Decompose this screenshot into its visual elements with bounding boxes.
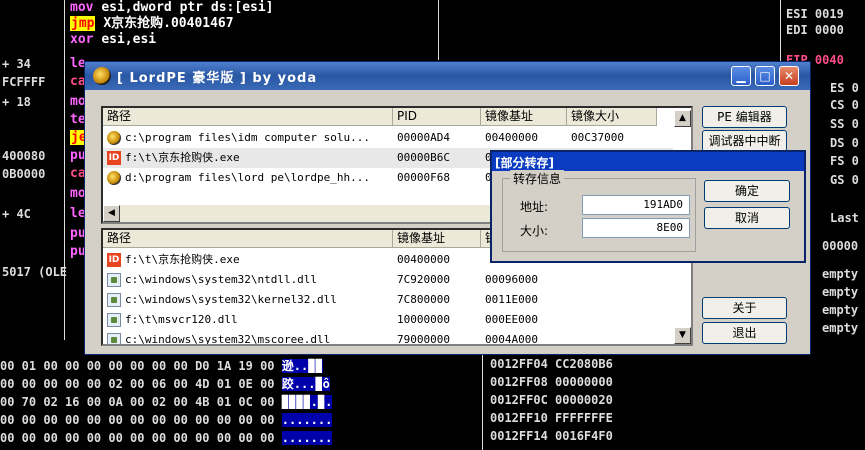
- dll-icon: [107, 313, 121, 327]
- process-row[interactable]: c:\program files\idm computer solu... 00…: [103, 128, 673, 148]
- ok-button[interactable]: 确定: [704, 180, 790, 202]
- left-value: 5017 (OLE: [2, 265, 68, 279]
- scroll-left-button[interactable]: ◀: [103, 205, 120, 222]
- module-row[interactable]: c:\windows\system32\kernel32.dll 7C80000…: [103, 290, 673, 310]
- stack-row[interactable]: 0012FF0C 00000020: [490, 392, 613, 408]
- disk-icon: [107, 171, 121, 185]
- hex-row[interactable]: 00 70 02 16 00 0A 00 02 00 4B 01 0C 00 ▉…: [0, 394, 333, 410]
- maximize-button[interactable]: □: [755, 66, 775, 86]
- hex-row[interactable]: 00 00 00 00 00 00 00 00 00 00 00 00 00 .…: [0, 430, 333, 446]
- module-row[interactable]: f:\t\msvcr120.dll 10000000 000EE000: [103, 310, 673, 330]
- hex-row[interactable]: 00 00 00 00 00 00 00 00 00 00 00 00 00 .…: [0, 412, 333, 428]
- dialog-title: [部分转存]: [495, 156, 554, 170]
- left-value: + 4C: [2, 207, 31, 221]
- fpu-register: empty: [822, 321, 859, 335]
- hex-row[interactable]: 00 00 00 00 00 02 00 06 00 4D 01 0E 00 跤…: [0, 376, 330, 392]
- lordpe-title: [ LordPE 豪华版 ] by yoda: [117, 71, 318, 86]
- asm-line[interactable]: jmp X京东抢购.00401467: [70, 16, 234, 32]
- register-ds: DS 0: [830, 136, 859, 150]
- left-value: 0B0000: [2, 167, 46, 181]
- column-divider: [438, 0, 439, 60]
- debugger-dump-pane: 00 01 00 00 00 00 00 00 00 D0 1A 19 00 逊…: [0, 340, 865, 450]
- close-button[interactable]: ✕: [779, 66, 799, 86]
- partial-dump-dialog: [部分转存] 转存信息 地址: 191AD0 大小: 8E00 确定 取消: [490, 150, 806, 263]
- debugger-break-button[interactable]: 调试器中中断: [702, 130, 787, 152]
- register-cs: CS 0: [830, 98, 859, 112]
- fpu-register: empty: [822, 303, 859, 317]
- size-label: 大小:: [520, 224, 549, 238]
- asm-line[interactable]: mov esi,dword ptr ds:[esi]: [70, 0, 274, 16]
- pane-divider: [482, 340, 483, 450]
- register-gs: GS 0: [830, 173, 859, 187]
- address-label: 地址:: [520, 200, 549, 214]
- fpu-register: empty: [822, 285, 859, 299]
- register-value: 00000: [822, 239, 859, 253]
- dll-icon: [107, 273, 121, 287]
- asm-line[interactable]: xor esi,esi: [70, 32, 156, 48]
- register-edi: EDI 0000: [786, 23, 844, 37]
- exit-button[interactable]: 退出: [702, 322, 787, 344]
- lordpe-app-icon: [93, 67, 111, 85]
- stack-row[interactable]: 0012FF04 CC2080B6: [490, 356, 613, 372]
- about-button[interactable]: 关于: [702, 297, 787, 319]
- column-header-image-base[interactable]: 镜像基址: [393, 230, 481, 248]
- lordpe-titlebar[interactable]: [ LordPE 豪华版 ] by yoda ▁ □ ✕: [85, 62, 810, 90]
- stack-row[interactable]: 0012FF10 FFFFFFFE: [490, 410, 613, 426]
- scroll-up-button[interactable]: ▲: [674, 110, 691, 127]
- dll-icon: [107, 333, 121, 344]
- register-ss: SS 0: [830, 117, 859, 131]
- pe-editor-button[interactable]: PE 编辑器: [702, 106, 787, 128]
- left-value: + 18: [2, 95, 31, 109]
- left-value: + 34: [2, 57, 31, 71]
- register-es: ES 0: [830, 81, 859, 95]
- group-label: 转存信息: [510, 170, 565, 187]
- cancel-button[interactable]: 取消: [704, 207, 790, 229]
- column-header-image-size[interactable]: 镜像大小: [567, 108, 657, 126]
- register-esi: ESI 0019: [786, 7, 844, 21]
- address-input[interactable]: 191AD0: [582, 195, 690, 215]
- dump-info-group: [502, 178, 696, 252]
- column-header-path[interactable]: 路径: [103, 108, 393, 126]
- module-row[interactable]: c:\windows\system32\ntdll.dll 7C920000 0…: [103, 270, 673, 290]
- last-error: Last: [830, 211, 859, 225]
- dialog-titlebar[interactable]: [部分转存]: [492, 152, 804, 171]
- dll-icon: [107, 293, 121, 307]
- id-icon: ID: [107, 151, 121, 165]
- scroll-down-button[interactable]: ▼: [674, 327, 691, 344]
- stack-row[interactable]: 0012FF08 00000000: [490, 374, 613, 390]
- size-input[interactable]: 8E00: [582, 218, 690, 238]
- column-header-pid[interactable]: PID: [393, 108, 481, 126]
- left-value: 400080: [2, 149, 46, 163]
- column-divider: [64, 0, 65, 340]
- id-icon: ID: [107, 253, 121, 267]
- column-header-path[interactable]: 路径: [103, 230, 393, 248]
- minimize-button[interactable]: ▁: [731, 66, 751, 86]
- hex-row[interactable]: 00 01 00 00 00 00 00 00 00 D0 1A 19 00 逊…: [0, 358, 323, 374]
- disk-icon: [107, 131, 121, 145]
- left-value: FCFFFF: [2, 75, 46, 89]
- module-row[interactable]: c:\windows\system32\mscoree.dll 79000000…: [103, 330, 673, 344]
- register-fs: FS 0: [830, 154, 859, 168]
- column-header-image-base[interactable]: 镜像基址: [481, 108, 567, 126]
- fpu-register: empty: [822, 267, 859, 281]
- stack-row[interactable]: 0012FF14 0016F4F0: [490, 428, 613, 444]
